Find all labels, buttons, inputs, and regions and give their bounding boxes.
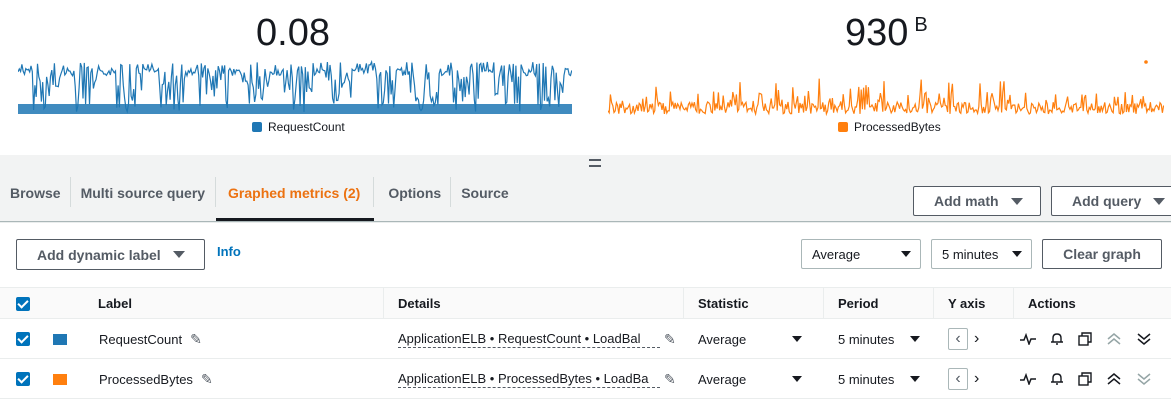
legend-label: RequestCount: [268, 120, 345, 134]
legend-label: ProcessedBytes: [854, 120, 941, 134]
request-count-legend[interactable]: RequestCount: [252, 120, 345, 134]
row-statistic-select[interactable]: Average: [698, 359, 802, 399]
tab-browse[interactable]: Browse: [0, 177, 71, 221]
bell-icon[interactable]: [1050, 332, 1064, 346]
add-query-button[interactable]: Add query: [1051, 186, 1171, 216]
row-checkbox[interactable]: [16, 332, 30, 346]
y-axis-left-icon[interactable]: ‹: [948, 328, 968, 350]
header-details[interactable]: Details: [383, 288, 441, 320]
tab-multi-source-query[interactable]: Multi source query: [71, 177, 217, 221]
edit-pencil-icon[interactable]: ✎: [664, 371, 676, 388]
bell-icon[interactable]: [1050, 372, 1064, 386]
edit-pencil-icon[interactable]: ✎: [190, 331, 202, 348]
row-checkbox[interactable]: [16, 372, 30, 386]
header-y-axis: Y axis: [933, 288, 985, 320]
tab-source[interactable]: Source: [451, 177, 518, 221]
processed-bytes-legend[interactable]: ProcessedBytes: [838, 120, 941, 134]
table-row: ProcessedBytes ✎ ApplicationELB • Proces…: [0, 359, 1171, 399]
caret-down-icon: [1153, 197, 1166, 205]
tab-options[interactable]: Options: [374, 177, 452, 221]
tab-bar: Browse Multi source query Graphed metric…: [0, 177, 519, 221]
caret-down-icon: [172, 251, 185, 258]
processed-bytes-line: [608, 78, 1164, 117]
tab-graphed-metrics[interactable]: Graphed metrics (2): [216, 177, 375, 221]
request-count-widget: 0.08 RequestCount: [0, 0, 590, 150]
header-label[interactable]: Label: [84, 288, 132, 320]
request-count-value: 0.08: [256, 12, 330, 54]
header-statistic[interactable]: Statistic: [683, 288, 749, 320]
row-period-select[interactable]: 5 minutes: [838, 319, 920, 359]
caret-down-icon: [910, 336, 920, 342]
series-color-swatch[interactable]: [53, 373, 67, 385]
legend-swatch-orange: [838, 122, 848, 132]
move-down-icon[interactable]: [1136, 332, 1152, 346]
resize-handle-icon[interactable]: [589, 159, 601, 167]
request-count-sparkline: [18, 59, 572, 114]
processed-bytes-widget: 930 B ProcessedBytes: [590, 0, 1171, 150]
add-math-button[interactable]: Add math: [913, 186, 1041, 216]
row-period-select[interactable]: 5 minutes: [838, 359, 920, 399]
metrics-panel: Browse Multi source query Graphed metric…: [0, 155, 1171, 407]
select-all-checkbox[interactable]: [16, 297, 30, 311]
pulse-icon[interactable]: [1020, 373, 1036, 385]
processed-bytes-sparkline: [608, 60, 1164, 117]
period-select[interactable]: 5 minutes: [931, 239, 1032, 269]
move-up-icon: [1106, 332, 1122, 346]
pulse-icon[interactable]: [1020, 333, 1036, 345]
request-count-base: [18, 104, 572, 114]
move-up-icon[interactable]: [1106, 372, 1122, 386]
y-axis-right-icon[interactable]: ›: [974, 330, 979, 348]
row-details[interactable]: ApplicationELB • RequestCount • LoadBal: [398, 331, 660, 348]
edit-pencil-icon[interactable]: ✎: [664, 331, 676, 348]
caret-down-icon: [1012, 251, 1022, 257]
caret-down-icon: [792, 376, 802, 382]
caret-down-icon: [901, 251, 911, 257]
header-actions: Actions: [1013, 288, 1076, 320]
legend-swatch-blue: [252, 122, 262, 132]
edit-pencil-icon[interactable]: ✎: [201, 371, 213, 388]
row-details[interactable]: ApplicationELB • ProcessedBytes • LoadBa: [398, 371, 660, 388]
caret-down-icon: [792, 336, 802, 342]
move-down-icon: [1136, 372, 1152, 386]
clear-graph-button[interactable]: Clear graph: [1042, 239, 1162, 269]
table-header: Label Details Statistic Period Y axis Ac…: [0, 287, 1171, 320]
copy-icon[interactable]: [1078, 332, 1092, 346]
series-color-swatch[interactable]: [53, 333, 67, 345]
info-link[interactable]: Info: [217, 244, 241, 259]
select-all-cell: [2, 288, 30, 320]
row-label: ProcessedBytes: [99, 371, 193, 387]
row-statistic-select[interactable]: Average: [698, 319, 802, 359]
y-axis-right-icon[interactable]: ›: [974, 370, 979, 388]
caret-down-icon: [910, 376, 920, 382]
header-period[interactable]: Period: [823, 288, 878, 320]
table-row: RequestCount ✎ ApplicationELB • RequestC…: [0, 319, 1171, 359]
statistic-select[interactable]: Average: [801, 239, 921, 269]
row-label: RequestCount: [99, 331, 183, 347]
caret-down-icon: [1010, 197, 1023, 205]
processed-bytes-outlier: [1144, 60, 1148, 64]
add-dynamic-label-button[interactable]: Add dynamic label: [16, 239, 205, 270]
copy-icon[interactable]: [1078, 372, 1092, 386]
metrics-table: Label Details Statistic Period Y axis Ac…: [0, 287, 1171, 399]
y-axis-left-icon[interactable]: ‹: [948, 368, 968, 390]
processed-bytes-value: 930 B: [845, 12, 928, 54]
